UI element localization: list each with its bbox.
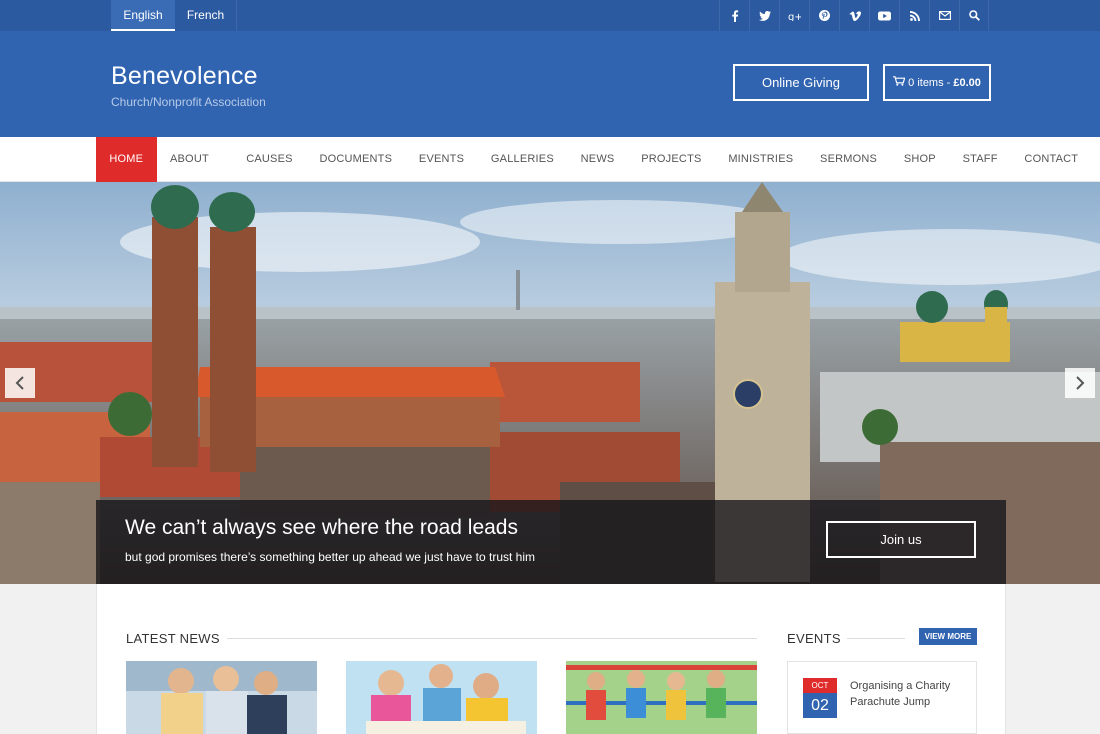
nav-item-home[interactable]: HOME [96, 137, 157, 182]
pinterest-icon[interactable] [809, 0, 839, 31]
nav-item-sermons[interactable]: SERMONS [807, 137, 891, 182]
site-tagline: Church/Nonprofit Association [111, 95, 266, 109]
nav-item-contact-us[interactable]: CONTACT US [1011, 137, 1100, 210]
chevron-right-icon [1076, 376, 1085, 390]
hero-subtitle: but god promises there’s something bette… [125, 550, 536, 564]
event-day: 02 [803, 693, 837, 718]
svg-text:g+: g+ [788, 12, 801, 21]
language-english[interactable]: English [111, 0, 175, 31]
facebook-icon[interactable] [719, 0, 749, 31]
latest-news-heading: LATEST NEWS [126, 631, 220, 646]
slider-prev-button[interactable] [5, 368, 35, 398]
event-item[interactable]: OCT 02 Organising a Charity Parachute Ju… [787, 661, 977, 734]
events-divider [847, 638, 905, 639]
main-nav: HOME ABOUT US CAUSES DOCUMENTS EVENTS GA… [0, 137, 1100, 210]
twitter-icon[interactable] [749, 0, 779, 31]
rss-icon[interactable] [899, 0, 929, 31]
join-us-button[interactable]: Join us [826, 521, 976, 558]
social-links: g+ [719, 0, 989, 31]
events-heading: EVENTS [787, 631, 841, 646]
view-more-button[interactable]: VIEW MORE [919, 628, 977, 645]
news-card-image[interactable] [346, 661, 537, 734]
cart-items: 0 items - [908, 76, 951, 89]
nav-item-about-us[interactable]: ABOUT US [157, 137, 233, 210]
nav-item-projects[interactable]: PROJECTS [628, 137, 715, 182]
nav-item-news[interactable]: NEWS [567, 137, 628, 182]
event-date-badge: OCT 02 [803, 678, 837, 718]
nav-item-staff[interactable]: STAFF [949, 137, 1011, 182]
news-card-image[interactable] [566, 661, 757, 734]
chevron-left-icon [15, 376, 24, 390]
nav-item-causes[interactable]: CAUSES [233, 137, 306, 182]
youtube-icon[interactable] [869, 0, 899, 31]
cart-button[interactable]: 0 items - £0.00 [883, 64, 991, 101]
site-title[interactable]: Benevolence [111, 62, 258, 91]
top-bar: English French g+ [0, 0, 1100, 31]
nav-item-shop[interactable]: SHOP [890, 137, 949, 182]
email-icon[interactable] [929, 0, 959, 31]
hero-caption: We can’t always see where the road leads… [96, 500, 1006, 584]
news-divider [227, 638, 757, 639]
event-month: OCT [803, 678, 837, 693]
main-content: LATEST NEWS EVENTS VIEW MORE OCT 02 Orga… [96, 584, 1006, 734]
hero-slider: We can’t always see where the road leads… [0, 182, 1100, 584]
cart-icon [893, 76, 906, 89]
nav-item-galleries[interactable]: GALLERIES [478, 137, 568, 182]
news-card-image[interactable] [126, 661, 317, 734]
vimeo-icon[interactable] [839, 0, 869, 31]
online-giving-button[interactable]: Online Giving [733, 64, 869, 101]
language-french[interactable]: French [175, 0, 237, 31]
slider-next-button[interactable] [1065, 368, 1095, 398]
hero-title: We can’t always see where the road leads [125, 516, 518, 539]
event-title[interactable]: Organising a Charity Parachute Jump [850, 678, 970, 710]
nav-item-ministries[interactable]: MINISTRIES [715, 137, 807, 182]
google-plus-icon[interactable]: g+ [779, 0, 809, 31]
nav-item-documents[interactable]: DOCUMENTS [306, 137, 405, 182]
site-header: Benevolence Church/Nonprofit Association… [0, 31, 1100, 137]
search-icon[interactable] [959, 0, 989, 31]
nav-item-events[interactable]: EVENTS [406, 137, 478, 182]
cart-total: £0.00 [953, 76, 981, 89]
